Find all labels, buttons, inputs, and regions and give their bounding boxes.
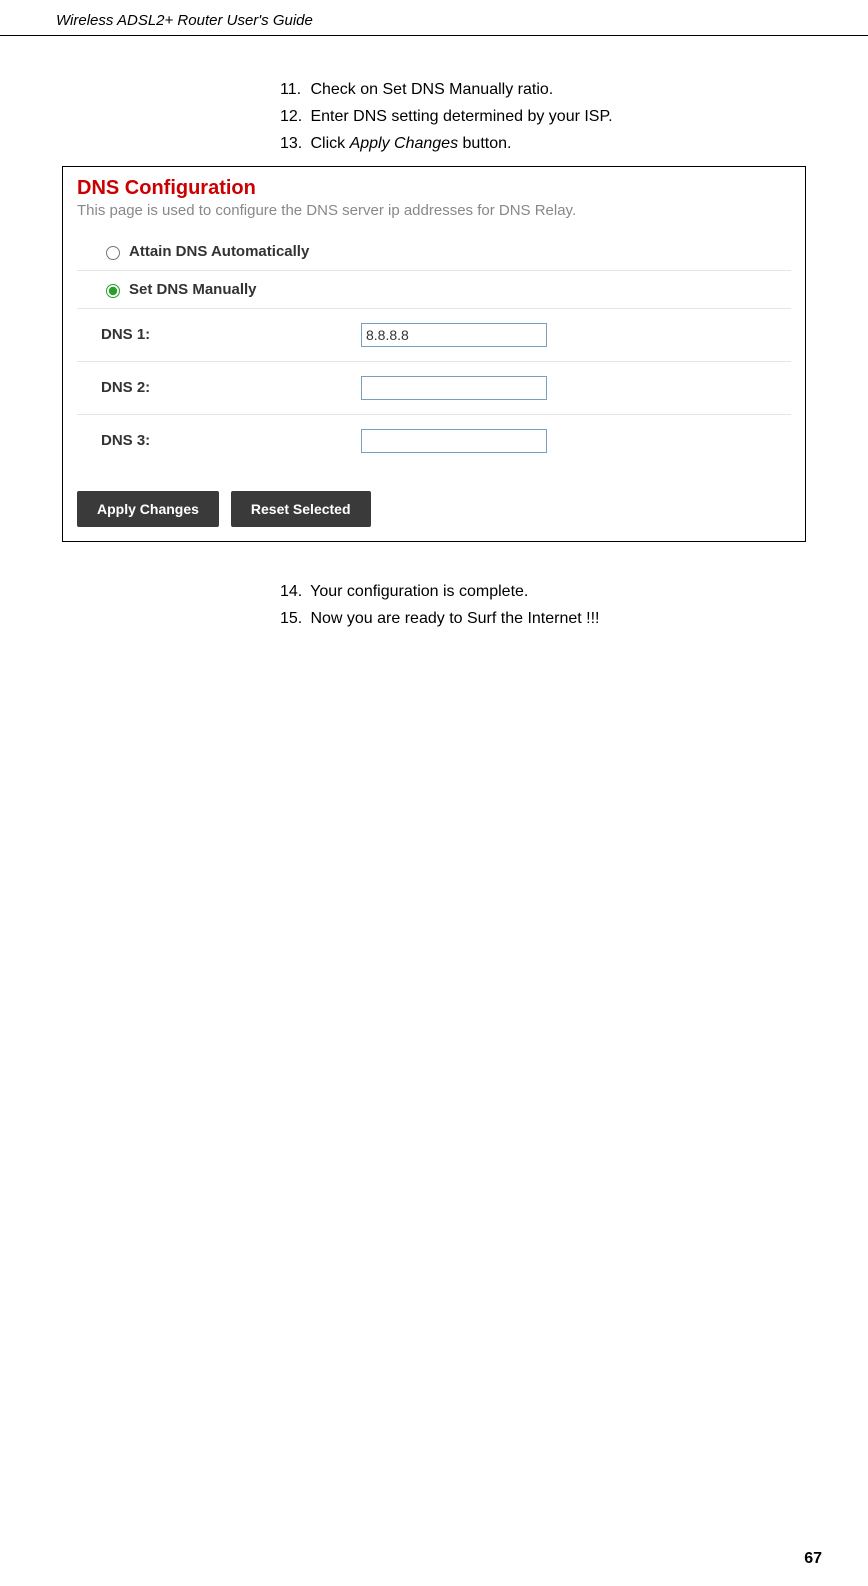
dns-config-screenshot: DNS Configuration This page is used to c… [62,166,806,542]
instruction-item: 15. Now you are ready to Surf the Intern… [280,605,828,632]
dns3-row: DNS 3: [77,415,791,467]
instruction-num: 15. [280,605,306,632]
dns2-label: DNS 2: [101,379,361,396]
dns2-input[interactable] [361,376,547,400]
instructions-after: 14. Your configuration is complete. 15. … [280,578,828,632]
instruction-item: 14. Your configuration is complete. [280,578,828,605]
page-number: 67 [804,1550,822,1568]
dns1-row: DNS 1: [77,309,791,362]
page-content: 11. Check on Set DNS Manually ratio. 12.… [0,36,868,632]
instruction-num: 14. [280,578,306,605]
instruction-text: Enter DNS setting determined by your ISP… [310,108,612,125]
instruction-num: 12. [280,103,306,130]
button-row: Apply Changes Reset Selected [63,481,805,541]
dns3-label: DNS 3: [101,432,361,449]
radio-set-manual[interactable] [106,284,120,298]
dns1-label: DNS 1: [101,326,361,343]
instruction-num: 13. [280,130,306,157]
instructions-before: 11. Check on Set DNS Manually ratio. 12.… [280,76,828,158]
instruction-text: Your configuration is complete. [310,583,528,600]
panel-description: This page is used to configure the DNS s… [63,202,805,233]
dns-form-panel: Attain DNS Automatically Set DNS Manuall… [77,233,791,467]
panel-title: DNS Configuration [63,167,805,202]
radio-row-manual: Set DNS Manually [77,271,791,309]
radio-manual-label: Set DNS Manually [129,281,257,298]
header-title: Wireless ADSL2+ Router User's Guide [56,12,313,29]
instruction-num: 11. [280,76,306,103]
radio-attain-auto[interactable] [106,246,120,260]
dns3-input[interactable] [361,429,547,453]
instruction-item: 12. Enter DNS setting determined by your… [280,103,828,130]
instruction-text-suffix: button. [458,135,511,152]
instruction-item: 11. Check on Set DNS Manually ratio. [280,76,828,103]
instruction-text: Now you are ready to Surf the Internet !… [310,610,599,627]
dns1-input[interactable] [361,323,547,347]
instruction-text: Check on Set DNS Manually ratio. [310,81,553,98]
dns2-row: DNS 2: [77,362,791,415]
reset-selected-button[interactable]: Reset Selected [231,491,371,527]
radio-row-auto: Attain DNS Automatically [77,233,791,271]
instruction-italic: Apply Changes [350,135,459,152]
apply-changes-button[interactable]: Apply Changes [77,491,219,527]
instruction-text-prefix: Click [310,135,349,152]
radio-auto-label: Attain DNS Automatically [129,243,309,260]
document-header: Wireless ADSL2+ Router User's Guide [0,0,868,36]
instruction-item: 13. Click Apply Changes button. [280,130,828,157]
